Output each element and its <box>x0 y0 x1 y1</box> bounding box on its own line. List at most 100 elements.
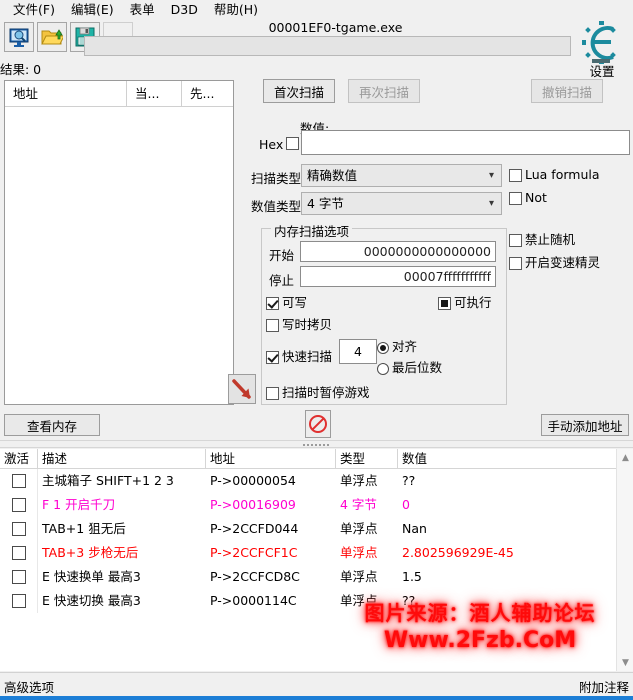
start-address-input[interactable] <box>300 241 496 262</box>
executable-checkbox-row[interactable]: 可执行 <box>438 292 492 311</box>
not-checkbox-row[interactable]: Not <box>509 190 547 205</box>
row-address-cell: P->2CCFD044 <box>210 521 299 536</box>
memory-scan-options-title: 内存扫描选项 <box>271 221 353 240</box>
disable-random-checkbox-row[interactable]: 禁止随机 <box>509 229 575 248</box>
table-row[interactable]: E 快速换单 最高3 P->2CCFCD8C 单浮点 1.5 <box>0 565 633 589</box>
column-header-type[interactable]: 类型 <box>336 449 398 468</box>
process-title: 00001EF0-tgame.exe <box>268 20 403 35</box>
column-header-value[interactable]: 数值 <box>398 449 615 468</box>
last-digits-radio[interactable] <box>377 362 389 375</box>
row-desc-cell: F 1 开启千刀 <box>42 497 116 512</box>
executable-label: 可执行 <box>454 295 492 310</box>
column-header-description[interactable]: 描述 <box>38 449 206 468</box>
process-select-button[interactable] <box>4 22 34 52</box>
fast-scan-checkbox[interactable] <box>266 351 279 364</box>
pause-game-checkbox[interactable] <box>266 387 279 400</box>
lua-formula-checkbox[interactable] <box>509 169 522 182</box>
value-type-label: 数值类型 <box>251 199 302 214</box>
status-bar: 高级选项 附加注释 <box>0 672 633 696</box>
column-header-current[interactable]: 当... <box>127 81 182 106</box>
hex-checkbox[interactable] <box>286 137 299 150</box>
annotation-arrow-button[interactable] <box>228 374 256 404</box>
scan-type-dropdown[interactable]: 精确数值 ▾ <box>301 164 502 187</box>
open-file-button[interactable] <box>37 22 67 52</box>
no-entry-button[interactable] <box>305 410 331 438</box>
menu-item-help[interactable]: 帮助(H) <box>207 1 265 19</box>
writable-checkbox-row[interactable]: 可写 <box>266 292 307 311</box>
speedhack-checkbox[interactable] <box>509 257 522 270</box>
settings-button[interactable]: 设置 <box>573 20 631 88</box>
stop-address-input[interactable] <box>300 266 496 287</box>
row-active-checkbox[interactable] <box>11 546 26 560</box>
copy-on-write-checkbox[interactable] <box>266 319 279 332</box>
row-active-checkbox[interactable] <box>11 522 26 536</box>
table-row[interactable]: TAB+3 步枪无后 P->2CCFCF1C 单浮点 2.802596929E-45 <box>0 541 633 565</box>
writable-checkbox[interactable] <box>266 297 279 310</box>
cheat-table-body: 主城箱子 SHIFT+1 2 3 P->00000054 单浮点?? F 1 开启千刀… <box>0 469 633 613</box>
speedhack-checkbox-row[interactable]: 开启变速精灵 <box>509 252 600 271</box>
cheat-table[interactable]: 激活 描述 地址 类型 数值 主城箱子 SHIFT+1 2 3 P->000000… <box>0 449 633 671</box>
panel-splitter[interactable] <box>0 440 633 448</box>
no-entry-icon <box>309 415 327 433</box>
last-digits-label: 最后位数 <box>392 360 443 375</box>
first-scan-button[interactable]: 首次扫描 <box>263 79 335 103</box>
undo-scan-button[interactable]: 撤销扫描 <box>531 79 603 103</box>
add-address-button[interactable]: 手动添加地址 <box>541 414 629 436</box>
view-memory-button[interactable]: 查看内存 <box>4 414 100 436</box>
pause-game-checkbox-row[interactable]: 扫描时暂停游戏 <box>266 382 370 401</box>
row-active-checkbox[interactable] <box>11 594 26 608</box>
column-header-active[interactable]: 激活 <box>0 449 38 468</box>
advanced-options-link[interactable]: 高级选项 <box>4 677 54 696</box>
column-header-address[interactable]: 地址 <box>5 81 127 106</box>
lua-formula-checkbox-row[interactable]: Lua formula <box>509 167 600 182</box>
row-active-checkbox[interactable] <box>11 570 26 584</box>
table-row[interactable]: F 1 开启千刀 P->00016909 4 字节 0 <box>0 493 633 517</box>
menu-item-edit[interactable]: 编辑(E) <box>64 1 121 19</box>
scan-value-input[interactable] <box>301 130 630 155</box>
next-scan-button[interactable]: 再次扫描 <box>348 79 420 103</box>
row-active-checkbox[interactable] <box>11 498 26 512</box>
menu-item-d3d[interactable]: D3D <box>164 1 205 19</box>
not-checkbox[interactable] <box>509 192 522 205</box>
menu-item-file[interactable]: 文件(F) <box>6 1 62 19</box>
alignment-radio-row[interactable]: 对齐 <box>377 336 417 355</box>
column-header-address[interactable]: 地址 <box>206 449 336 468</box>
table-row[interactable]: TAB+1 狙无后 P->2CCFD044 单浮点 Nan <box>0 517 633 541</box>
red-arrow-down-right-icon <box>232 379 251 399</box>
row-desc-cell: TAB+3 步枪无后 <box>42 545 139 560</box>
last-digits-radio-row[interactable]: 最后位数 <box>377 357 442 376</box>
row-type-cell: 4 字节 <box>340 497 377 512</box>
row-type-cell: 单浮点 <box>340 521 378 536</box>
scan-results-header: 地址 当... 先... <box>5 81 233 107</box>
cheat-engine-logo-icon <box>582 21 616 64</box>
menu-item-table[interactable]: 表单 <box>123 1 162 19</box>
scan-type-label: 扫描类型 <box>251 171 302 186</box>
table-row[interactable]: 主城箱子 SHIFT+1 2 3 P->00000054 单浮点?? <box>0 469 633 493</box>
scan-results-list[interactable]: 地址 当... 先... <box>4 80 234 405</box>
disable-random-checkbox[interactable] <box>509 234 522 247</box>
row-type-cell: 单浮点 <box>340 473 378 488</box>
column-header-previous[interactable]: 先... <box>182 81 233 106</box>
table-row[interactable]: E 快速切换 最高3 P->0000114C 单浮点?? <box>0 589 633 613</box>
row-active-cell <box>0 469 38 493</box>
cheat-table-scrollbar[interactable]: ▲ ▼ <box>616 449 633 671</box>
row-value-cell: 0 <box>402 497 410 512</box>
copy-on-write-checkbox-row[interactable]: 写时拷贝 <box>266 314 332 333</box>
value-type-dropdown[interactable]: 4 字节 ▾ <box>301 192 502 215</box>
fast-scan-checkbox-row[interactable]: 快速扫描 <box>266 346 332 365</box>
row-active-checkbox[interactable] <box>11 474 26 488</box>
add-comment-link[interactable]: 附加注释 <box>579 677 629 696</box>
open-file-icon <box>41 29 63 45</box>
row-active-cell <box>0 517 38 541</box>
row-type-cell: 单浮点 <box>340 593 378 608</box>
fast-scan-alignment-input[interactable] <box>339 339 377 364</box>
alignment-label: 对齐 <box>392 339 418 354</box>
scroll-down-icon[interactable]: ▼ <box>617 654 633 671</box>
executable-checkbox[interactable] <box>438 297 451 310</box>
start-address-label: 开始 <box>269 248 295 263</box>
copy-on-write-label: 写时拷贝 <box>282 317 333 332</box>
row-address-cell: P->00016909 <box>210 497 296 512</box>
row-desc-cell: E 快速切换 最高3 <box>42 593 141 608</box>
scroll-up-icon[interactable]: ▲ <box>617 449 633 466</box>
alignment-radio[interactable] <box>377 341 389 354</box>
